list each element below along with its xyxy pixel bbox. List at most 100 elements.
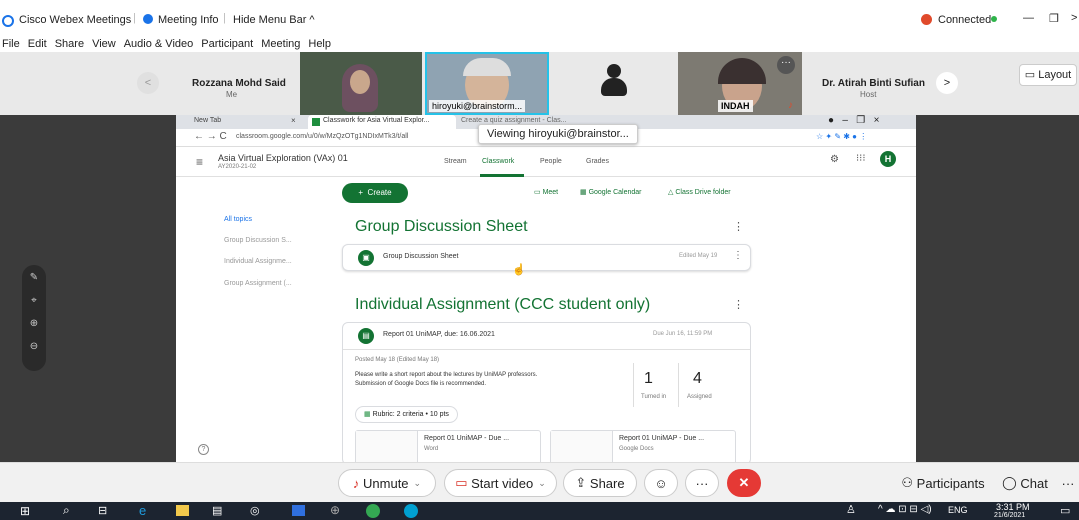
mouse-cursor-icon: ☝ xyxy=(512,264,526,276)
help-icon[interactable]: ? xyxy=(198,444,209,455)
section-more-icon[interactable]: ⋮ xyxy=(733,220,744,233)
topic-group-assignment[interactable]: Group Assignment (... xyxy=(224,280,292,287)
record-icon xyxy=(921,14,932,25)
annotate-icon[interactable]: ✎ xyxy=(26,269,42,285)
attachment-google-docs[interactable]: Report 01 UniMAP - Due ... Google Docs xyxy=(550,430,736,465)
tab-people[interactable]: People xyxy=(540,158,562,165)
people-icon[interactable]: ♙ xyxy=(846,503,856,516)
minimize-button[interactable]: — xyxy=(1023,12,1034,24)
system-tray-icons[interactable]: ^ ☁ ⊡ ⊟ ◁) xyxy=(878,504,932,515)
topic-all[interactable]: All topics xyxy=(224,216,252,223)
menu-share[interactable]: Share xyxy=(55,38,84,50)
menu-help[interactable]: Help xyxy=(308,38,331,50)
scroll-right-button[interactable]: > xyxy=(936,72,958,94)
menu-view[interactable]: View xyxy=(92,38,116,50)
layout-button[interactable]: ▭ Layout xyxy=(1019,64,1077,86)
participants-button[interactable]: ⚇ Participants xyxy=(896,469,990,497)
chat-button[interactable]: ◯ Chat xyxy=(993,469,1057,497)
participant-video-1[interactable] xyxy=(300,52,422,115)
zoom-in-icon[interactable]: ⊕ xyxy=(26,315,42,331)
meeting-info-button[interactable]: Meeting Info xyxy=(158,14,219,26)
material-icon: ▣ xyxy=(358,250,374,266)
layout-label: Layout xyxy=(1038,69,1072,81)
language-indicator[interactable]: ENG xyxy=(948,505,968,515)
pointer-icon[interactable]: ⌖ xyxy=(26,292,42,308)
course-name[interactable]: Asia Virtual Exploration (VAx) 01 xyxy=(218,153,348,163)
settings-gear-icon[interactable]: ⚙ xyxy=(830,154,839,165)
search-icon[interactable]: ⌕ xyxy=(63,503,70,518)
menu-meeting[interactable]: Meeting xyxy=(261,38,300,50)
info-icon xyxy=(143,14,153,24)
browser-window: New Tab × Classwork for Asia Virtual Exp… xyxy=(176,115,916,465)
share-button[interactable]: ⇪ Share xyxy=(563,469,637,497)
leave-meeting-button[interactable]: ✕ xyxy=(727,469,761,497)
status-dot-icon xyxy=(991,16,997,22)
turned-in-count[interactable]: 1 xyxy=(644,370,653,388)
start-video-button[interactable]: ▭ Start video ⌄ xyxy=(444,469,557,497)
more-options-icon[interactable]: ··· xyxy=(777,56,795,74)
clock-time[interactable]: 3:31 PM xyxy=(996,502,1030,512)
browser-tab-classwork[interactable]: Classwork for Asia Virtual Explor... xyxy=(308,115,456,129)
tab-grades[interactable]: Grades xyxy=(586,158,609,165)
unmute-button[interactable]: ♪ Unmute ⌄ xyxy=(338,469,436,497)
material-card-group-discussion[interactable]: ▣ Group Discussion Sheet Edited May 19 ⋮ xyxy=(342,244,751,271)
tab-classwork[interactable]: Classwork xyxy=(482,158,514,165)
chrome-icon[interactable] xyxy=(366,504,380,518)
windows-start-icon[interactable]: ⊞ xyxy=(20,504,30,518)
browser-tab-quiz[interactable]: Create a quiz assignment - Clas... xyxy=(461,117,566,124)
maximize-button[interactable]: ❐ xyxy=(1049,12,1059,25)
topic-individual-assignment[interactable]: Individual Assignme... xyxy=(224,258,292,265)
assigned-count[interactable]: 4 xyxy=(693,370,702,388)
window-controls: ● – ❐ × xyxy=(828,115,880,126)
zoom-out-icon[interactable]: ⊖ xyxy=(26,338,42,354)
menu-file[interactable]: File xyxy=(2,38,20,50)
browser-tab-new[interactable]: New Tab xyxy=(194,117,221,124)
chevron-down-icon: ⌄ xyxy=(533,477,546,488)
file-explorer-icon[interactable] xyxy=(176,505,189,516)
outlook-icon[interactable] xyxy=(292,505,305,516)
calendar-link[interactable]: ▦ Google Calendar xyxy=(580,188,642,196)
apps-grid-icon[interactable]: ⁝⁝⁝ xyxy=(856,153,866,164)
more-button[interactable]: ··· xyxy=(685,469,719,497)
create-button[interactable]: + Create xyxy=(342,183,408,203)
plus-icon: + xyxy=(358,188,368,197)
attachment-word[interactable]: Report 01 UniMAP - Due ... Word xyxy=(355,430,541,465)
participant-video-active[interactable]: hiroyuki@brainstorm... xyxy=(425,52,549,115)
url-field[interactable]: classroom.google.com/u/0/w/MzQzOTg1NDIxM… xyxy=(236,133,408,140)
nav-arrows-icon[interactable]: ← → C xyxy=(194,131,227,142)
browser-extension-icons[interactable]: ☆ ✦ ✎ ✱ ● ⋮ xyxy=(816,132,867,141)
tab-stream[interactable]: Stream xyxy=(444,158,467,165)
menu-hamburger-icon[interactable]: ≡ xyxy=(196,155,203,169)
chat-bubble-icon: ◯ xyxy=(1002,475,1021,490)
reactions-button[interactable]: ☺ xyxy=(644,469,678,497)
edge-icon[interactable]: e xyxy=(139,503,146,518)
assignment-card-report01[interactable]: ▤ Report 01 UniMAP, due: 16.06.2021 Due … xyxy=(342,322,751,465)
topic-group-discussion[interactable]: Group Discussion S... xyxy=(224,237,292,244)
more-options-button[interactable]: ··· xyxy=(1058,469,1078,497)
rubric-chip[interactable]: ▦ Rubric: 2 criteria • 10 pts xyxy=(355,406,458,423)
task-view-icon[interactable]: ⊟ xyxy=(98,504,107,517)
close-button[interactable]: > xyxy=(1071,12,1077,24)
scroll-left-button[interactable]: < xyxy=(137,72,159,94)
windows-taskbar: ⊞ ⌕ ⊟ e ▤ ◎ ⊕ ♙ ^ ☁ ⊡ ⊟ ◁) ENG 3:31 PM 2… xyxy=(0,502,1079,520)
globe-app-icon[interactable]: ⊕ xyxy=(330,503,340,517)
turned-in-label: Turned in xyxy=(641,394,667,400)
clock-date[interactable]: 21/6/2021 xyxy=(994,512,1025,519)
hide-menu-button[interactable]: Hide Menu Bar ^ xyxy=(233,14,315,26)
drive-link[interactable]: △ Class Drive folder xyxy=(668,188,731,196)
connection-status[interactable]: Connected xyxy=(938,14,991,26)
section2-more-icon[interactable]: ⋮ xyxy=(733,298,744,311)
participant-avatar-3[interactable] xyxy=(599,64,629,96)
notifications-icon[interactable]: ▭ xyxy=(1060,504,1070,517)
close-tab-icon[interactable]: × xyxy=(291,116,296,125)
menu-edit[interactable]: Edit xyxy=(28,38,47,50)
menu-audio-video[interactable]: Audio & Video xyxy=(124,38,194,50)
camera-app-icon[interactable]: ◎ xyxy=(250,504,260,517)
menu-participant[interactable]: Participant xyxy=(201,38,253,50)
meet-link[interactable]: ▭ Meet xyxy=(534,188,558,196)
store-icon[interactable]: ▤ xyxy=(212,504,222,517)
card-more-icon[interactable]: ⋮ xyxy=(733,250,743,261)
profile-avatar[interactable]: H xyxy=(880,151,896,167)
participant-video-4[interactable]: ··· INDAH ♪ xyxy=(678,52,802,115)
webex-taskbar-icon[interactable] xyxy=(404,504,418,518)
